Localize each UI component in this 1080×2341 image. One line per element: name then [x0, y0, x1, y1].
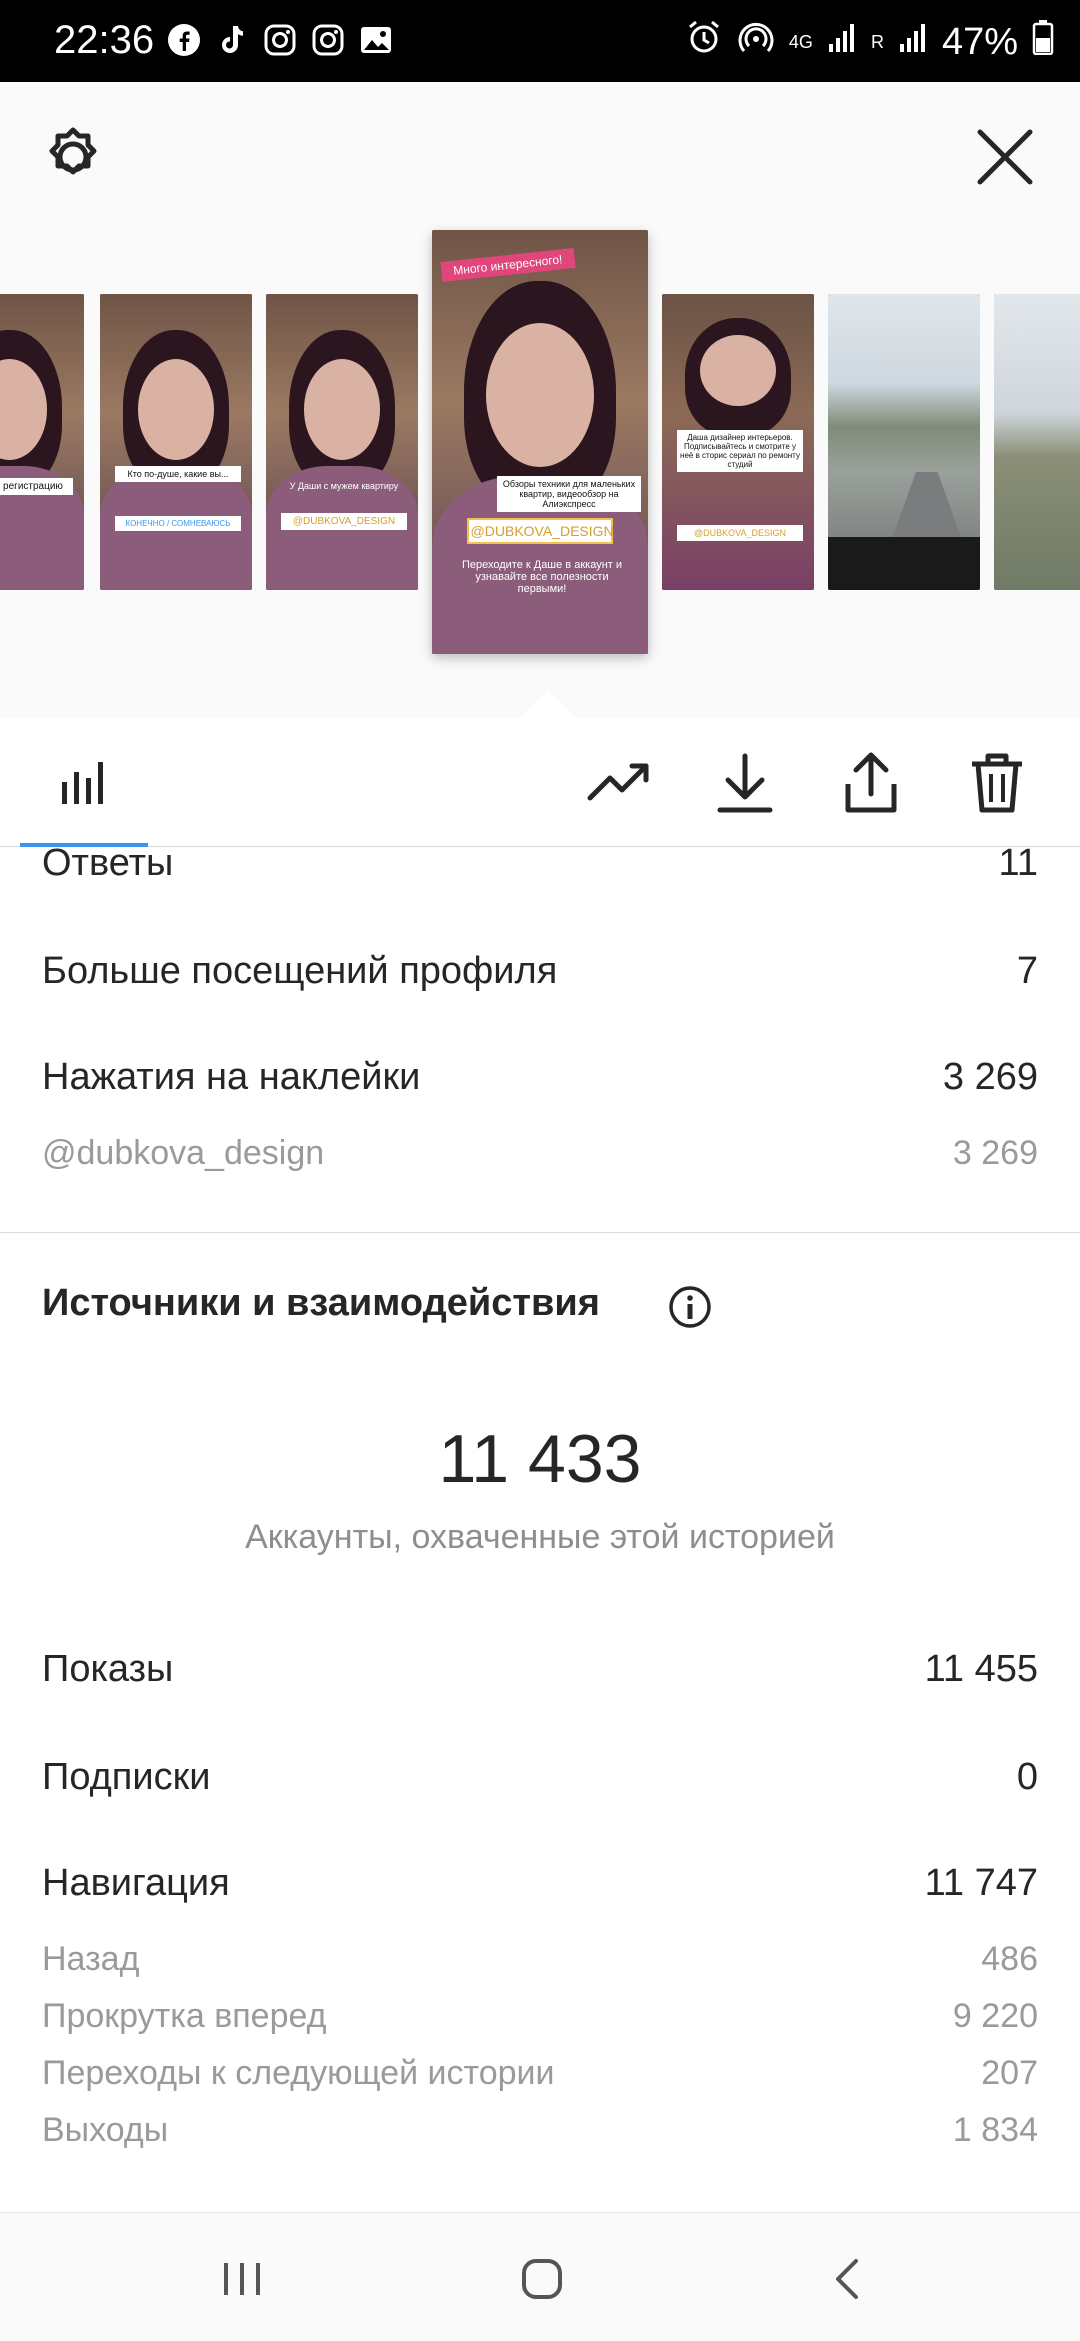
stat-value: 11 747 [924, 1862, 1038, 1904]
settings-gear-icon[interactable] [40, 124, 106, 190]
story-thumbnail[interactable]: Кто по-душе, какие вы... КОНЕЧНО / СОМНЕ… [100, 294, 252, 590]
close-icon[interactable] [970, 122, 1040, 192]
share-icon[interactable] [836, 748, 906, 818]
story-thumbnail[interactable]: Даша дизайнер интерьеров. Подписывайтесь… [662, 294, 814, 590]
stat-label: Прокрутка вперед [42, 1997, 327, 2035]
signal-icon-2 [898, 20, 928, 64]
notification-icons [166, 22, 394, 58]
story-caption: Даша дизайнер интерьеров. Подписывайтесь… [677, 430, 803, 473]
roaming-indicator: R [870, 32, 884, 52]
signal-icon [827, 20, 857, 64]
story-caption: Обзоры техники для маленьких квартир, ви… [496, 475, 642, 512]
story-insights-header [0, 82, 1080, 222]
stat-row-mention-taps: @dubkova_design 3 269 [42, 1134, 1038, 1173]
story-caption: Кто по-душе, какие вы... [115, 465, 241, 482]
facebook-icon [166, 22, 202, 58]
stat-label: Показы [42, 1648, 174, 1690]
story-footer-text: Переходите к Даше в аккаунт и узнавайте … [461, 559, 623, 596]
recent-apps-icon[interactable] [212, 2249, 272, 2309]
stat-label[interactable]: @dubkova_design [42, 1134, 324, 1173]
instagram-icon [262, 22, 298, 58]
section-title: Источники и взаимодействия [42, 1282, 600, 1324]
reach-caption: Аккаунты, охваченные этой историей [245, 1518, 835, 1556]
promote-trend-icon[interactable] [584, 748, 654, 818]
story-thumbnail[interactable] [828, 294, 980, 590]
stat-row-exits: Выходы 1 834 [42, 2111, 1038, 2150]
story-mention-sticker: @DUBKOVA_DESIGN [677, 524, 803, 541]
status-right: 4G R 47% [685, 18, 1054, 66]
stat-value: 11 [998, 842, 1038, 884]
stat-label: Ответы [42, 842, 174, 884]
alarm-icon [685, 18, 723, 66]
status-time: 22:36 [54, 18, 155, 62]
stat-label: Подписки [42, 1756, 211, 1798]
bar-chart-icon [62, 762, 103, 804]
stat-value: 9 220 [952, 1997, 1038, 2035]
story-poll-sticker: КОНЕЧНО / СОМНЕВАЮСЬ [115, 516, 241, 531]
stat-value: 1 834 [952, 2111, 1038, 2149]
section-divider [0, 1232, 1080, 1233]
story-thumbnail[interactable]: У Даши с мужем квартиру @DUBKOVA_DESIGN [266, 294, 418, 590]
stat-value: 11 455 [924, 1648, 1038, 1690]
stat-row-sticker-taps: Нажатия на наклейки 3 269 [42, 1056, 1038, 1099]
stat-label: Выходы [42, 2111, 169, 2149]
story-caption: У Даши с мужем квартиру [289, 480, 399, 491]
story-thumbnail[interactable]: ...Теперь регистрацию [0, 294, 84, 590]
stat-value: 0 [1016, 1756, 1038, 1798]
info-icon[interactable] [668, 1285, 712, 1329]
insights-tab[interactable] [20, 718, 148, 846]
stat-row-next-story: Переходы к следующей истории 207 [42, 2054, 1038, 2093]
stat-label: Больше посещений профиля [42, 950, 558, 992]
battery-icon [1032, 19, 1054, 65]
back-icon[interactable] [818, 2249, 878, 2309]
system-navigation-bar [0, 2212, 1080, 2341]
stat-value: 7 [1016, 950, 1038, 992]
stat-row-profile-visits: Больше посещений профиля 7 [42, 950, 1038, 993]
stat-row-forward: Прокрутка вперед 9 220 [42, 1997, 1038, 2036]
stat-label: Навигация [42, 1862, 230, 1904]
stat-value: 486 [981, 1940, 1038, 1978]
tiktok-icon [214, 22, 250, 58]
stat-label: Назад [42, 1940, 140, 1978]
stat-row-navigation: Навигация 11 747 [42, 1862, 1038, 1905]
story-mention-sticker: @DUBKOVA_DESIGN [466, 518, 614, 545]
story-thumbnail[interactable] [994, 294, 1080, 590]
insights-action-bar [0, 718, 1080, 847]
stat-row-back: Назад 486 [42, 1940, 1038, 1979]
instagram-icon [310, 22, 346, 58]
stat-label: Переходы к следующей истории [42, 2054, 555, 2092]
stat-row-follows: Подписки 0 [42, 1756, 1038, 1799]
story-mention-sticker: @DUBKOVA_DESIGN [281, 513, 407, 531]
stat-value: 3 269 [942, 1056, 1038, 1098]
stat-value: 3 269 [952, 1134, 1038, 1172]
home-icon[interactable] [512, 2249, 572, 2309]
reach-count: 11 433 [438, 1421, 642, 1497]
stat-row-impressions: Показы 11 455 [42, 1648, 1038, 1691]
gallery-icon [358, 22, 394, 58]
story-thumbnail-strip[interactable]: ...Теперь регистрацию Кто по-душе, какие… [0, 222, 1080, 718]
status-bar: 22:36 4G R 47% [0, 0, 1080, 82]
hotspot-icon [737, 18, 775, 66]
download-icon[interactable] [710, 748, 780, 818]
selected-story-pointer [520, 690, 576, 718]
stat-value: 207 [981, 2054, 1038, 2092]
stat-row-replies: Ответы 11 [42, 842, 1038, 885]
battery-percent: 47% [941, 20, 1018, 63]
story-thumbnail-selected[interactable]: Много интересного! Обзоры техники для ма… [432, 230, 648, 654]
story-caption: ...Теперь регистрацию [0, 477, 73, 495]
network-type: 4G [788, 32, 813, 52]
delete-trash-icon[interactable] [962, 748, 1032, 818]
stat-label: Нажатия на наклейки [42, 1056, 421, 1098]
